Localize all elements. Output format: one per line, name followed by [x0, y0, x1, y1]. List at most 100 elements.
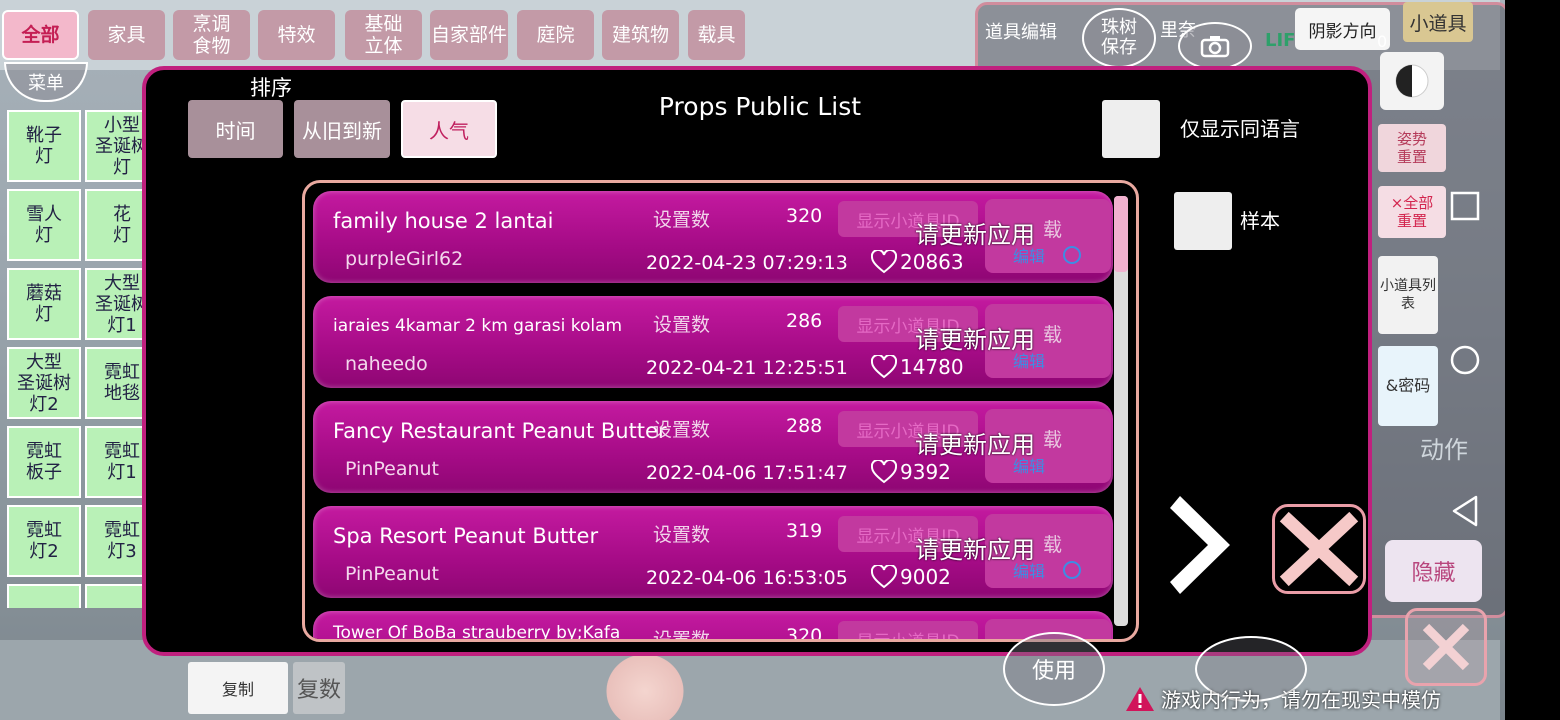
shadow-value: 0: [1377, 32, 1388, 51]
category-tab-garden[interactable]: 庭院: [517, 10, 594, 60]
back-icon[interactable]: [1449, 494, 1481, 528]
item-name: Fancy Restaurant Peanut Butter: [333, 419, 667, 443]
item-count: 319: [786, 520, 823, 542]
close-modal-button[interactable]: [1272, 504, 1366, 594]
secondary-close-button[interactable]: [1405, 608, 1487, 686]
item-name: Tower Of BoBa strauberry by;Kafa: [333, 623, 621, 642]
grid-item[interactable]: 霓虹 板子: [7, 426, 81, 498]
item-date: 2022-04-06 17:51:47: [646, 462, 848, 484]
light-toggle-button[interactable]: [1380, 52, 1444, 110]
item-likes[interactable]: 20863: [871, 250, 964, 274]
sort-by-time-button[interactable]: 时间: [188, 100, 283, 158]
count-label: 设置数: [653, 209, 711, 231]
char1-name: 珠树: [1101, 17, 1137, 38]
save-button[interactable]: 珠树 保存: [1082, 8, 1156, 68]
item-date: 2022-04-21 12:25:51: [646, 357, 848, 379]
warning-icon: [1126, 686, 1154, 711]
update-app-overlay: 请更新应用: [915, 326, 1035, 354]
item-author: naheedo: [345, 353, 428, 375]
count-label: 设置数: [653, 629, 711, 642]
load-label: 载: [1043, 429, 1063, 451]
character-legs: [600, 648, 690, 720]
grid-item[interactable]: 大型 圣诞树 灯2: [7, 347, 81, 419]
heart-icon: [871, 565, 897, 589]
grid-item[interactable]: 雪人 灯: [7, 189, 81, 261]
password-button[interactable]: &密码: [1378, 346, 1438, 426]
item-author: PinPeanut: [345, 563, 440, 585]
same-language-label: 仅显示同语言: [1180, 117, 1300, 141]
use-button[interactable]: 使用: [1003, 632, 1105, 706]
show-id-button[interactable]: 显示小道具ID: [838, 621, 978, 639]
item-count: 286: [786, 310, 823, 332]
likes-count: 14780: [900, 355, 964, 379]
heart-icon: [871, 250, 897, 274]
list-item[interactable]: Spa Resort Peanut Butter PinPeanut 设置数 3…: [313, 506, 1113, 598]
item-count: 288: [786, 415, 823, 437]
next-page-button[interactable]: [1168, 490, 1238, 600]
status-circle-icon: [1063, 246, 1081, 264]
list-item[interactable]: Fancy Restaurant Peanut Butter PinPeanut…: [313, 401, 1113, 493]
category-tab-vehicles[interactable]: 载具: [688, 10, 745, 60]
prop-grid: 靴子 灯 小型 圣诞树 灯 雪人 灯 花 灯 蘑菇 灯 大型 圣诞树 灯1 大型…: [5, 108, 165, 608]
shadow-direction-button[interactable]: 阴影方向: [1295, 8, 1390, 50]
camera-icon: [1200, 36, 1230, 58]
item-name: iaraies 4kamar 2 km garasi kolam: [333, 316, 623, 336]
item-date: 2022-04-23 07:29:13: [646, 252, 848, 274]
heart-icon: [871, 460, 897, 484]
pose-reset-button[interactable]: 姿势 重置: [1378, 124, 1446, 172]
duplicate-button[interactable]: 复数: [293, 662, 345, 714]
list-item[interactable]: family house 2 lantai purpleGirl62 设置数 3…: [313, 191, 1113, 283]
item-likes[interactable]: 9392: [871, 460, 951, 484]
sort-by-popularity-button[interactable]: 人气: [401, 100, 497, 158]
home-icon[interactable]: [1449, 344, 1481, 376]
category-tab-home-parts[interactable]: 自家部件: [430, 10, 508, 60]
category-tab-buildings[interactable]: 建筑物: [602, 10, 679, 60]
close-icon: [1422, 623, 1470, 671]
safety-warning: 游戏内行为，请勿在现实中模仿: [1125, 684, 1441, 713]
item-count: 320: [786, 625, 823, 642]
moon-icon: [1395, 64, 1429, 98]
likes-count: 20863: [900, 250, 964, 274]
small-props-list-button[interactable]: 小道具列 表: [1378, 256, 1438, 334]
chevron-right-icon: [1170, 496, 1230, 594]
category-tab-all[interactable]: 全部: [2, 10, 79, 60]
recent-apps-icon[interactable]: [1449, 190, 1481, 222]
prop-edit-label: 道具编辑: [985, 22, 1057, 43]
update-app-overlay: 请更新应用: [915, 431, 1035, 459]
grid-item[interactable]: 霓虹: [7, 584, 81, 608]
grid-item[interactable]: 霓虹 灯2: [7, 505, 81, 577]
category-tab-cooking-food[interactable]: 烹调 食物: [173, 10, 250, 60]
copy-button[interactable]: 复制: [188, 662, 288, 714]
category-tab-furniture[interactable]: 家具: [88, 10, 165, 60]
count-label: 设置数: [653, 419, 711, 441]
item-date: 2022-04-06 16:53:05: [646, 567, 848, 589]
list-item[interactable]: iaraies 4kamar 2 km garasi kolam naheedo…: [313, 296, 1113, 388]
hide-button[interactable]: 隐藏: [1385, 540, 1482, 602]
save-label: 保存: [1101, 37, 1137, 58]
count-label: 设置数: [653, 314, 711, 336]
warning-text: 游戏内行为，请勿在现实中模仿: [1161, 688, 1441, 712]
props-list: family house 2 lantai purpleGirl62 设置数 3…: [302, 180, 1139, 642]
item-author: PinPeanut: [345, 458, 440, 480]
list-scroll-thumb[interactable]: [1114, 196, 1128, 272]
heart-icon: [871, 355, 897, 379]
action-label[interactable]: 动作: [1420, 430, 1468, 465]
category-tab-basic-3d[interactable]: 基础 立体: [345, 10, 422, 60]
grid-item[interactable]: 蘑菇 灯: [7, 268, 81, 340]
item-likes[interactable]: 9002: [871, 565, 951, 589]
grid-item[interactable]: 靴子 灯: [7, 110, 81, 182]
all-reset-button[interactable]: ×全部 重置: [1378, 186, 1446, 238]
same-language-checkbox[interactable]: [1102, 100, 1160, 158]
sample-label: 样本: [1240, 209, 1280, 233]
status-circle-icon: [1063, 561, 1081, 579]
list-item[interactable]: Tower Of BoBa strauberry by;Kafa 设置数 320…: [313, 611, 1113, 642]
category-tab-effects[interactable]: 特效: [258, 10, 335, 60]
item-likes[interactable]: 14780: [871, 355, 964, 379]
count-label: 设置数: [653, 524, 711, 546]
likes-count: 9392: [900, 460, 951, 484]
small-props-button[interactable]: 小道具: [1403, 2, 1473, 42]
camera-button[interactable]: [1178, 22, 1252, 70]
sort-old-to-new-button[interactable]: 从旧到新: [294, 100, 390, 158]
likes-count: 9002: [900, 565, 951, 589]
sample-checkbox[interactable]: [1174, 192, 1232, 250]
